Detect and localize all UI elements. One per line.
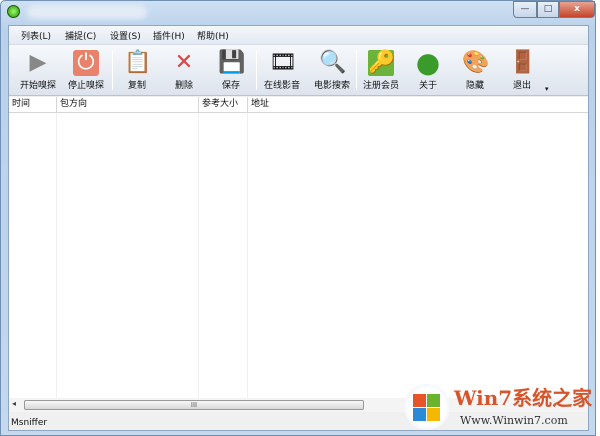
menu-list[interactable]: 列表(L) <box>21 29 51 42</box>
about-button[interactable]: ● 关于 <box>403 47 453 93</box>
copy-icon: 📋 <box>124 50 152 75</box>
label: 关于 <box>418 81 437 91</box>
label: 退出 <box>512 81 531 91</box>
toolbar-overflow-icon[interactable]: ▾ <box>545 85 549 93</box>
menu-help[interactable]: 帮助(H) <box>197 29 229 42</box>
hide-icon: 🎨 <box>462 50 490 75</box>
app-window: — □ x 列表(L) 捕捉(C) 设置(S) 插件(H) 帮助(H) ▶ 开始嗅… <box>0 0 596 436</box>
delete-icon: ✕ <box>174 50 194 75</box>
copy-button[interactable]: 📋 复制 <box>112 47 162 93</box>
menu-bar: 列表(L) 捕捉(C) 设置(S) 插件(H) 帮助(H) <box>9 26 588 45</box>
app-icon <box>7 5 20 18</box>
label: 在线影音 <box>263 81 300 91</box>
windows-logo-icon <box>404 384 450 430</box>
online-media-button[interactable]: 🎞 在线影音 <box>257 47 307 93</box>
client-area: 列表(L) 捕捉(C) 设置(S) 插件(H) 帮助(H) ▶ 开始嗅探 ⏻ 停止嗅… <box>8 25 589 431</box>
maximize-button[interactable]: □ <box>537 1 559 18</box>
start-sniff-icon: ▶ <box>29 50 47 75</box>
stop-sniff-button[interactable]: ⏻ 停止嗅探 <box>61 47 111 93</box>
label: 开始嗅探 <box>19 81 56 91</box>
watermark-title: Win7系统之家 <box>454 386 593 410</box>
column-address[interactable]: 地址 <box>248 97 590 113</box>
list-header: 时间 包方向 参考大小 地址 <box>9 97 588 113</box>
label: 停止嗅探 <box>67 81 104 91</box>
label: 电影搜索 <box>313 81 350 91</box>
packet-list[interactable] <box>9 113 588 398</box>
window-title-blurred <box>27 5 147 19</box>
save-icon: 💾 <box>218 50 246 75</box>
hide-button[interactable]: 🎨 隐藏 <box>450 47 500 93</box>
column-size[interactable]: 参考大小 <box>199 97 248 113</box>
label: 保存 <box>221 81 240 91</box>
film-icon: 🎞 <box>269 50 297 75</box>
save-button[interactable]: 💾 保存 <box>206 47 256 93</box>
exit-button[interactable]: 🚪 退出 <box>497 47 547 93</box>
exit-icon: 🚪 <box>509 50 537 75</box>
title-bar: — □ x <box>1 1 595 23</box>
toolbar: ▶ 开始嗅探 ⏻ 停止嗅探 📋 复制 ✕ 删除 💾 保存 🎞 在线影音 🔍 电影搜索 🔑 注册会… <box>9 45 588 96</box>
stop-sniff-icon: ⏻ <box>73 50 99 76</box>
column-time[interactable]: 时间 <box>9 97 57 113</box>
key-icon: 🔑 <box>368 50 396 76</box>
menu-capture[interactable]: 捕捉(C) <box>65 29 96 42</box>
about-icon: ● <box>415 46 441 79</box>
close-button[interactable]: x <box>559 1 595 18</box>
watermark: Win7系统之家 Www.Winwin7.com <box>400 378 596 436</box>
movie-search-button[interactable]: 🔍 电影搜索 <box>307 47 357 93</box>
label: 复制 <box>127 81 146 91</box>
scroll-thumb[interactable]: III <box>24 400 364 410</box>
label: 隐藏 <box>465 81 484 91</box>
column-direction[interactable]: 包方向 <box>57 97 199 113</box>
register-button[interactable]: 🔑 注册会员 <box>356 47 406 93</box>
start-sniff-button[interactable]: ▶ 开始嗅探 <box>13 47 63 93</box>
menu-plugins[interactable]: 插件(H) <box>153 29 185 42</box>
label: 删除 <box>174 81 193 91</box>
menu-settings[interactable]: 设置(S) <box>110 29 141 42</box>
minimize-button[interactable]: — <box>513 1 537 18</box>
watermark-url: Www.Winwin7.com <box>460 414 568 427</box>
delete-button[interactable]: ✕ 删除 <box>159 47 209 93</box>
label: 注册会员 <box>362 81 399 91</box>
search-icon: 🔍 <box>319 50 347 75</box>
scroll-left-icon[interactable]: ◂ <box>12 399 16 408</box>
